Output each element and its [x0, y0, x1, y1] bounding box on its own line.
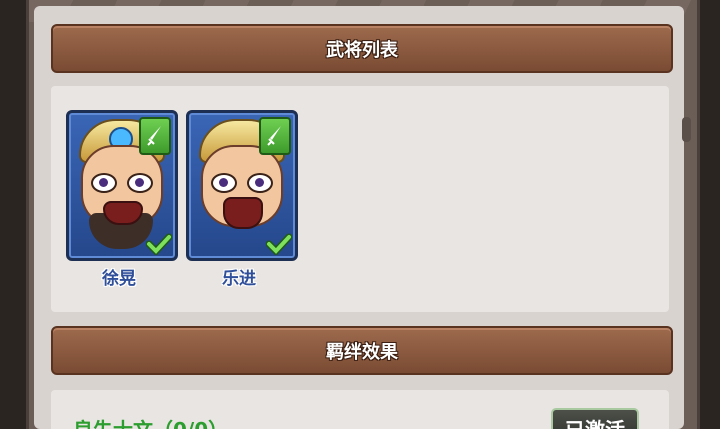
bond-effect-title: 羁绊效果	[326, 341, 398, 363]
general-card-2[interactable]	[186, 110, 298, 261]
general-list-header: 武将列表	[51, 24, 673, 73]
eye	[91, 173, 117, 193]
check-icon	[145, 232, 173, 256]
mouth	[103, 201, 143, 225]
bond-effect-header: 羁绊效果	[51, 326, 673, 375]
eye	[211, 173, 237, 193]
eye	[127, 173, 153, 193]
general-card-1[interactable]	[66, 110, 178, 261]
general-name-2: 乐进	[222, 269, 256, 289]
mouth	[223, 197, 263, 229]
scrollbar-thumb[interactable]	[682, 117, 691, 142]
general-list-title: 武将列表	[326, 39, 398, 61]
general-name-1: 徐晃	[102, 269, 136, 289]
sword-icon	[259, 117, 291, 155]
effect-name: 良失士文（0/0）	[73, 414, 228, 429]
sword-icon	[139, 117, 171, 155]
eye	[247, 173, 273, 193]
check-icon	[265, 232, 293, 256]
activated-status-button[interactable]: 已激活	[551, 408, 639, 429]
bond-effect-area: 良失士文（0/0） 已激活	[51, 390, 669, 429]
